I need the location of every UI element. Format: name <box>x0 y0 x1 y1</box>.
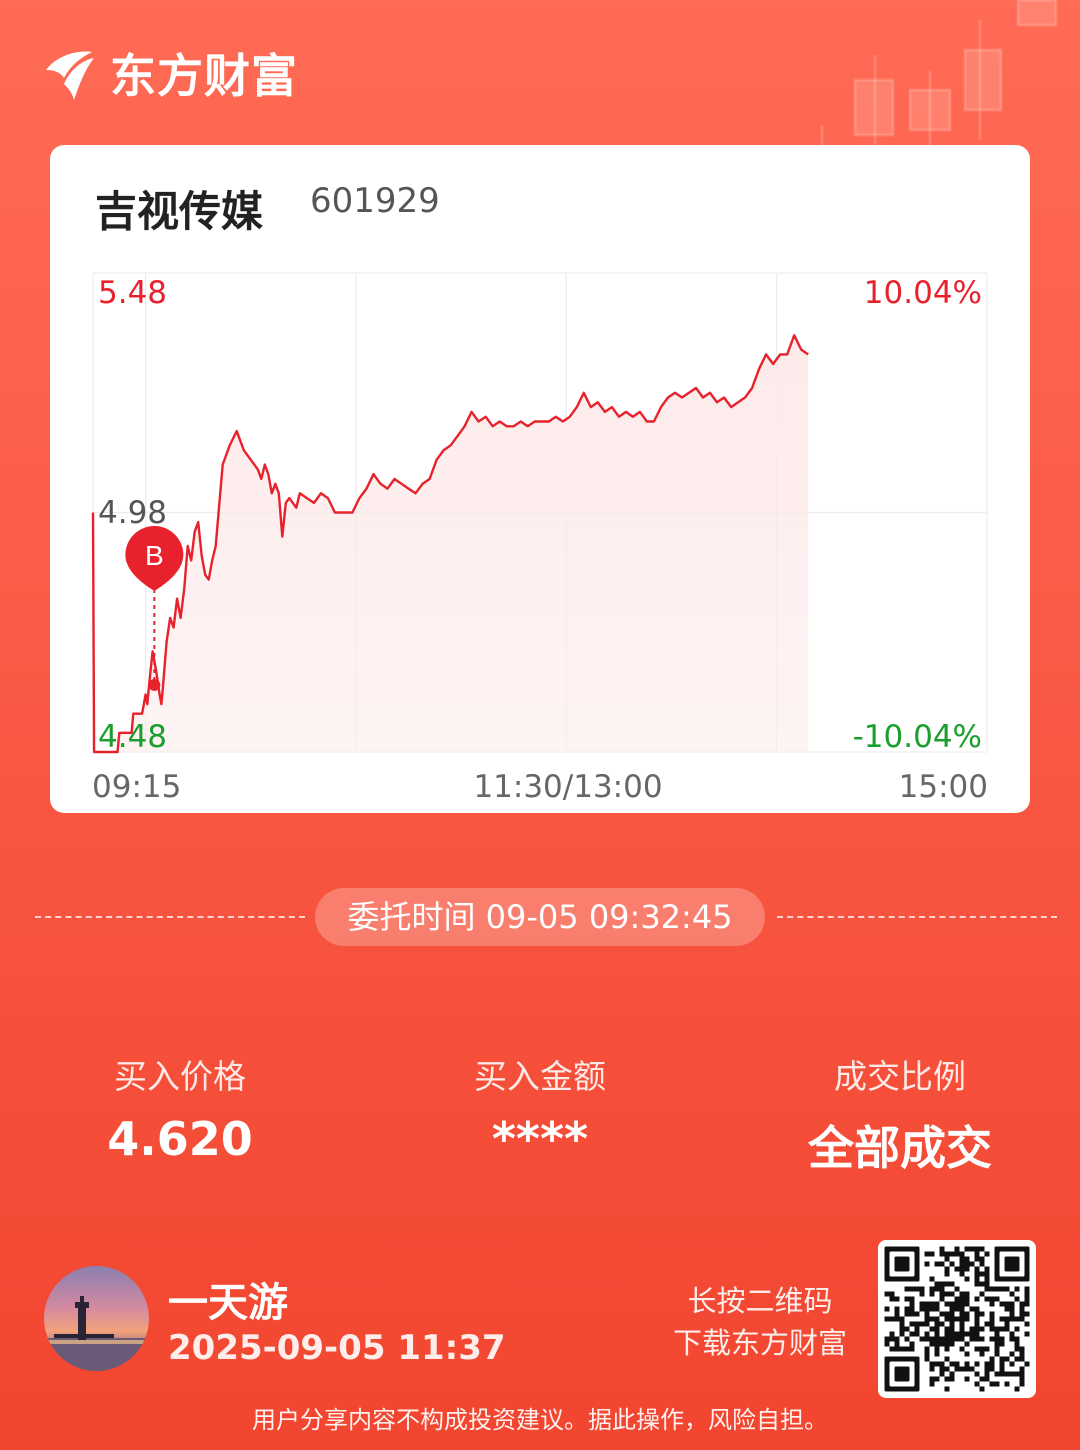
stat-value: 4.620 <box>107 1112 253 1166</box>
y-pct-top-label: 10.04% <box>864 275 982 311</box>
stat-label: 成交比例 <box>834 1057 966 1096</box>
stat-fill-ratio: 成交比例 全部成交 <box>750 1050 1050 1178</box>
order-time-label: 委托时间 <box>347 898 476 936</box>
stat-label: 买入价格 <box>114 1057 246 1096</box>
avatar-lighthouse-photo <box>44 1296 149 1371</box>
x-label-start: 09:15 <box>92 769 181 805</box>
qr-code[interactable] <box>878 1240 1036 1398</box>
y-price-top-label: 5.48 <box>98 275 167 311</box>
qr-hint: 长按二维码 下载东方财富 <box>640 1280 880 1364</box>
x-label-end: 15:00 <box>899 769 988 805</box>
dashed-divider-right <box>777 916 1057 918</box>
order-time-value: 09-05 09:32:45 <box>485 898 733 936</box>
y-price-bottom-label: 4.48 <box>98 719 167 755</box>
order-time-row: 委托时间 09-05 09:32:45 <box>35 888 1057 946</box>
stat-value: **** <box>491 1112 589 1166</box>
background-candlestick-decoration <box>820 0 1058 150</box>
buy-marker-label: B <box>145 540 164 571</box>
post-time: 2025-09-05 11:37 <box>168 1328 506 1368</box>
y-price-mid-label: 4.98 <box>98 495 167 531</box>
brand-name: 东方财富 <box>110 49 298 103</box>
intraday-price-chart: B 5.48 4.98 4.48 10.04% -10.04% 09:15 11… <box>91 272 988 805</box>
brand-header: 东方财富 <box>40 38 298 108</box>
eastmoney-logo-icon <box>46 51 94 100</box>
stat-buy-price: 买入价格 4.620 <box>30 1050 330 1166</box>
order-time-pill: 委托时间 09-05 09:32:45 <box>315 888 765 946</box>
qr-hint-line1: 长按二维码 <box>687 1284 833 1318</box>
buy-marker-dot <box>148 678 161 691</box>
user-name: 一天游 <box>168 1280 288 1326</box>
qr-code-icon <box>884 1246 1030 1392</box>
disclaimer: 用户分享内容不构成投资建议。据此操作，风险自担。 <box>252 1406 828 1434</box>
dashed-divider-left <box>35 916 305 918</box>
qr-hint-line2: 下载东方财富 <box>672 1326 847 1360</box>
avatar[interactable] <box>44 1266 149 1371</box>
stat-value: 全部成交 <box>808 1121 992 1175</box>
y-pct-bottom-label: -10.04% <box>853 719 982 755</box>
stat-label: 买入金额 <box>474 1057 606 1096</box>
stat-buy-amount: 买入金额 **** <box>390 1050 690 1166</box>
x-label-middle: 11:30/13:00 <box>473 769 662 805</box>
stock-chart-card: 吉视传媒 601929 B 5.48 4.98 4.48 10.04% -10.… <box>50 145 1030 813</box>
